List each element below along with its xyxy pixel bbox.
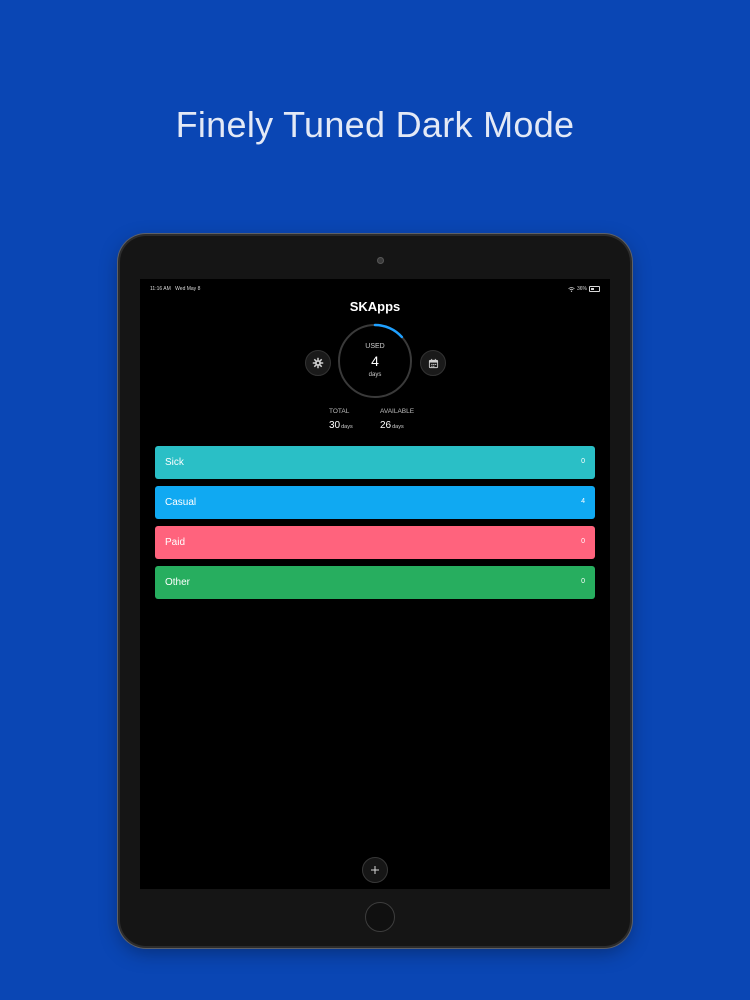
settings-button[interactable] [305,350,331,376]
battery-icon [589,286,600,292]
used-value: 4 [371,353,379,369]
stat-total-unit: days [341,424,353,430]
stat-total-value-wrap: 30days [329,420,353,431]
stat-total: TOTAL 30days [329,408,353,431]
camera-icon [377,257,384,264]
leave-row-other[interactable]: Other 0 [155,566,595,599]
status-indicators: 36% [568,286,600,292]
leave-row-label: Casual [165,497,197,508]
app-title: SKApps [349,299,401,314]
leave-row-paid[interactable]: Paid 0 [155,526,595,559]
add-leave-button[interactable] [362,857,388,883]
stat-available: AVAILABLE 26days [380,408,414,431]
used-days-ring: USED 4 days [336,322,414,400]
battery-percent: 36% [576,286,587,292]
leave-row-label: Paid [165,537,186,548]
status-time-date: 11:16 AM Wed May 8 [150,286,200,292]
wifi-icon [568,286,575,292]
leave-row-count: 0 [581,538,585,545]
leave-row-label: Other [165,577,191,588]
plus-icon [371,866,379,874]
app-screen: 11:16 AM Wed May 8 36% SKApps USED 4 day… [140,279,610,889]
stat-total-label: TOTAL [329,408,350,415]
gear-icon [312,357,324,369]
leave-row-sick[interactable]: Sick 0 [155,446,595,479]
headline: Finely Tuned Dark Mode [175,104,575,145]
stat-total-value: 30 [329,420,341,431]
leave-row-label: Sick [165,457,184,468]
stat-available-value: 26 [380,420,392,431]
status-date: Wed May 8 [175,286,201,292]
stat-available-value-wrap: 26days [380,420,414,431]
stat-available-label: AVAILABLE [380,408,415,415]
home-button[interactable] [365,902,395,932]
leave-row-casual[interactable]: Casual 4 [155,486,595,519]
calendar-icon [428,358,438,368]
leave-row-count: 4 [581,498,585,505]
status-bar: 11:16 AM Wed May 8 36% [150,286,600,296]
status-time: 11:16 AM [150,286,171,292]
leave-type-list: Sick 0 Casual 4 Paid 0 Other 0 [155,446,595,606]
leave-row-count: 0 [581,458,585,465]
stat-available-unit: days [392,424,404,430]
used-label: USED [365,343,385,350]
used-unit: days [368,372,382,378]
calendar-button[interactable] [420,350,446,376]
leave-row-count: 0 [581,578,585,585]
